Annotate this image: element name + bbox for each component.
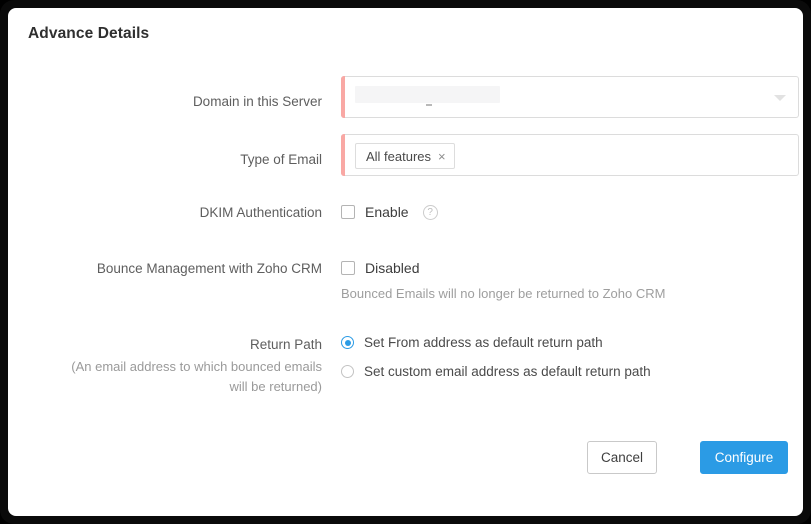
help-icon[interactable]: ? <box>422 204 438 220</box>
return-path-label: Return Path <box>249 337 322 352</box>
dkim-enable-label: Enable <box>365 204 409 220</box>
window-frame: Advance Details Domain in this Server Ty… <box>0 0 811 524</box>
chevron-down-icon[interactable] <box>774 95 786 101</box>
type-of-email-field-wrap: All features × <box>341 134 799 176</box>
domain-value-redacted <box>355 86 500 103</box>
domain-field-wrap <box>341 76 799 118</box>
radio-from-address[interactable] <box>341 336 354 349</box>
cancel-button[interactable]: Cancel <box>587 441 657 474</box>
dkim-enable-checkbox[interactable] <box>341 205 355 219</box>
dkim-label: DKIM Authentication <box>199 205 322 220</box>
bounce-hint-text: Bounced Emails will no longer be returne… <box>341 286 666 301</box>
return-path-option-custom-address[interactable]: Set custom email address as default retu… <box>341 364 651 379</box>
return-path-sublabel-line2: will be returned) <box>229 379 323 394</box>
dkim-checkbox-group: Enable ? <box>341 204 438 220</box>
bounce-management-label: Bounce Management with Zoho CRM <box>96 261 322 276</box>
return-path-option-from-address[interactable]: Set From address as default return path <box>341 335 651 350</box>
domain-select[interactable] <box>341 76 799 118</box>
type-of-email-label: Type of Email <box>240 152 322 167</box>
required-indicator-type-of-email <box>341 134 345 176</box>
domain-label: Domain in this Server <box>192 94 322 109</box>
domain-value-dash <box>426 104 432 106</box>
tag-all-features[interactable]: All features × <box>355 143 455 169</box>
radio-from-address-label: Set From address as default return path <box>364 335 603 350</box>
advance-details-panel: Advance Details Domain in this Server Ty… <box>8 8 803 516</box>
bounce-disabled-checkbox[interactable] <box>341 261 355 275</box>
page-title: Advance Details <box>28 25 150 42</box>
type-of-email-multiselect[interactable]: All features × <box>341 134 799 176</box>
required-indicator-domain <box>341 76 345 118</box>
radio-custom-address-label: Set custom email address as default retu… <box>364 364 651 379</box>
close-icon[interactable]: × <box>438 150 446 163</box>
radio-custom-address[interactable] <box>341 365 354 378</box>
bounce-disabled-label: Disabled <box>365 260 420 276</box>
tag-label: All features <box>366 148 432 164</box>
return-path-sublabel-line1: (An email address to which bounced email… <box>71 359 322 374</box>
bounce-checkbox-group: Disabled <box>341 260 419 276</box>
return-path-radio-group: Set From address as default return path … <box>341 335 651 393</box>
configure-button[interactable]: Configure <box>700 441 788 474</box>
